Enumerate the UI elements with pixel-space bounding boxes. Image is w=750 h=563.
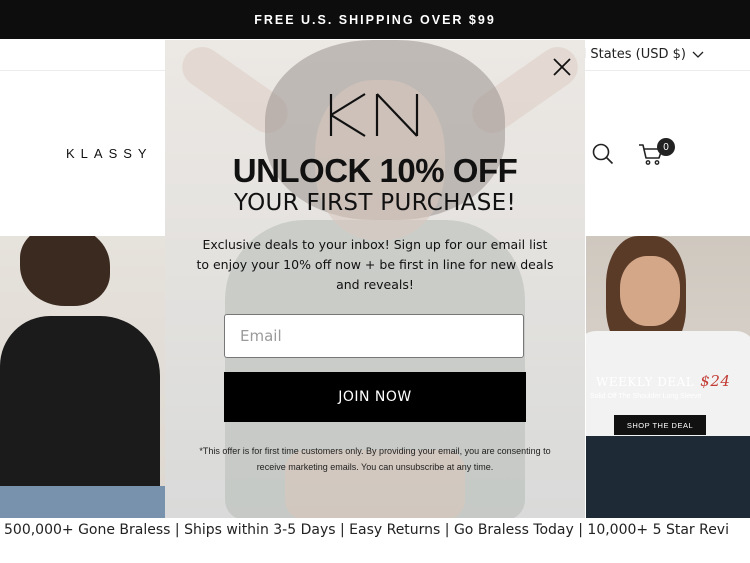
deal-price: $24	[700, 372, 731, 390]
popup-subheadline: YOUR FIRST PURCHASE!	[234, 190, 516, 216]
hero-image-right[interactable]: WEEKLY DEAL $24 Solid Off The Shoulder Lo…	[586, 236, 750, 518]
popup-body-text: Exclusive deals to your inbox! Sign up f…	[196, 237, 554, 292]
announcement-bar: FREE U.S. SHIPPING OVER $99	[0, 0, 750, 39]
join-now-button[interactable]: JOIN NOW	[224, 372, 526, 422]
close-icon[interactable]	[552, 57, 572, 77]
chevron-down-icon	[692, 51, 704, 58]
hero-image-left[interactable]	[0, 236, 166, 518]
cart-count-badge: 0	[657, 138, 675, 156]
deal-subtitle: Solid Off The Shoulder Long Sleeve	[590, 393, 702, 400]
announcement-text: FREE U.S. SHIPPING OVER $99	[254, 12, 496, 27]
email-input[interactable]	[224, 314, 524, 358]
currency-selector[interactable]: d States (USD $)	[578, 47, 704, 62]
brand-logo[interactable]: KLASSY	[66, 146, 153, 161]
search-icon[interactable]	[592, 143, 614, 165]
weekly-deal-label: WEEKLY DEAL	[596, 375, 695, 389]
shop-the-deal-button[interactable]: SHOP THE DEAL	[614, 415, 706, 435]
marquee-ticker: 500,000+ Gone Braless | Ships within 3-5…	[4, 522, 729, 538]
currency-label: d States (USD $)	[577, 47, 686, 62]
popup-headline: UNLOCK 10% OFF	[232, 152, 518, 189]
popup-disclaimer: *This offer is for first time customers …	[199, 446, 551, 472]
weekly-deal-title: WEEKLY DEAL $24	[596, 372, 730, 390]
kn-logo-icon	[329, 93, 419, 137]
signup-popup: UNLOCK 10% OFF YOUR FIRST PURCHASE! Excl…	[165, 40, 585, 518]
